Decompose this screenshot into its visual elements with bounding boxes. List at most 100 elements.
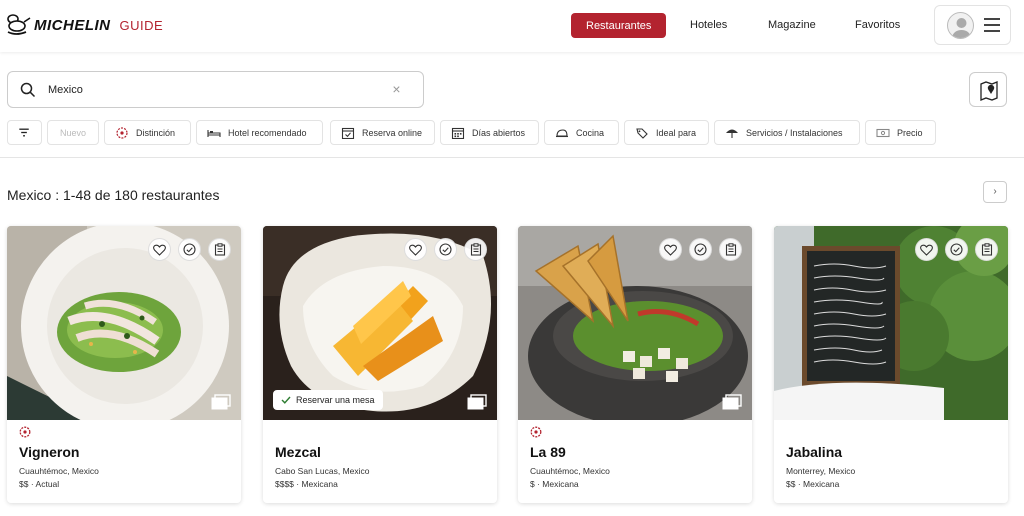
- restaurant-card[interactable]: Vigneron Cuauhtémoc, Mexico $$ · Actual: [7, 226, 241, 503]
- heart-icon: [153, 244, 166, 256]
- notes-button[interactable]: [975, 238, 998, 261]
- notes-button[interactable]: [719, 238, 742, 261]
- hamburger-icon: [984, 18, 1000, 32]
- restaurant-photo[interactable]: [7, 226, 241, 420]
- card-actions: [148, 238, 231, 261]
- check-circle-icon: [694, 243, 707, 256]
- filter-hotel-label: Hotel recomendado: [228, 127, 307, 138]
- notes-button[interactable]: [464, 238, 487, 261]
- restaurant-name[interactable]: Jabalina: [786, 444, 842, 460]
- restaurant-photo[interactable]: [518, 226, 752, 420]
- nav-magazine[interactable]: Magazine: [768, 19, 816, 31]
- visited-button[interactable]: [689, 238, 712, 261]
- search-input[interactable]: [48, 81, 378, 99]
- clear-icon[interactable]: ×: [389, 82, 404, 97]
- check-circle-icon: [183, 243, 196, 256]
- nav-hotels[interactable]: Hoteles: [690, 19, 727, 31]
- restaurant-photo[interactable]: [774, 226, 1008, 420]
- brand-suffix: GUIDE: [119, 17, 164, 33]
- clipboard-icon: [725, 243, 736, 256]
- restaurant-location: Cabo San Lucas, Mexico: [275, 466, 370, 476]
- filter-hotel[interactable]: Hotel recomendado: [196, 120, 323, 145]
- check-circle-icon: [439, 243, 452, 256]
- avatar-icon: [947, 12, 974, 39]
- check-icon: [281, 396, 291, 404]
- filter-nuevo-label: Nuevo: [59, 127, 86, 138]
- restaurant-card[interactable]: La 89 Cuauhtémoc, Mexico $ · Mexicana: [518, 226, 752, 503]
- heart-icon: [664, 244, 677, 256]
- tag-icon: [636, 127, 648, 139]
- results-title: Mexico : 1-48 de 180 restaurantes: [7, 187, 220, 203]
- filter-dias-label: Días abiertos: [472, 127, 526, 138]
- visited-button[interactable]: [945, 238, 968, 261]
- card-actions: [915, 238, 998, 261]
- heart-icon: [920, 244, 933, 256]
- sort-filter-button[interactable]: [7, 120, 42, 145]
- restaurant-location: Monterrey, Mexico: [786, 466, 856, 476]
- brand-name: MICHELIN: [34, 16, 111, 34]
- user-menu-button[interactable]: [934, 5, 1011, 45]
- restaurant-card[interactable]: Jabalina Monterrey, Mexico $$ · Mexicana: [774, 226, 1008, 503]
- banknote-icon: [876, 128, 890, 137]
- restaurant-name[interactable]: Vigneron: [19, 444, 79, 460]
- restaurant-card[interactable]: Reservar una mesa Mezcal Cabo San Lucas,…: [263, 226, 497, 503]
- next-page-button[interactable]: ›: [983, 181, 1007, 203]
- main-nav: Restaurantes: [571, 13, 667, 38]
- filter-distincion-label: Distinción: [136, 127, 176, 138]
- michelin-flower-icon: [530, 426, 542, 438]
- gallery-icon: [211, 394, 231, 410]
- cloche-icon: [556, 128, 568, 137]
- reserve-label: Reservar una mesa: [296, 395, 375, 405]
- filter-precio[interactable]: Precio: [865, 120, 936, 145]
- reserve-badge[interactable]: Reservar una mesa: [273, 390, 383, 410]
- filter-servicios-label: Servicios / Instalaciones: [746, 127, 843, 138]
- restaurant-photo[interactable]: Reservar una mesa: [263, 226, 497, 420]
- clipboard-icon: [214, 243, 225, 256]
- heart-icon: [409, 244, 422, 256]
- filter-dias[interactable]: Días abiertos: [440, 120, 539, 145]
- map-view-button[interactable]: [969, 72, 1007, 107]
- calendar-grid-icon: [451, 127, 465, 139]
- top-header: MICHELIN GUIDE Restaurantes Hoteles Maga…: [0, 0, 1024, 52]
- restaurant-price-cuisine: $ · Mexicana: [530, 479, 579, 489]
- card-actions: [659, 238, 742, 261]
- restaurant-price-cuisine: $$$$ · Mexicana: [275, 479, 338, 489]
- filter-cocina[interactable]: Cocina: [544, 120, 619, 145]
- restaurant-location: Cuauhtémoc, Mexico: [530, 466, 610, 476]
- restaurant-location: Cuauhtémoc, Mexico: [19, 466, 99, 476]
- restaurant-price-cuisine: $$ · Actual: [19, 479, 60, 489]
- filter-cocina-label: Cocina: [576, 127, 605, 138]
- favorite-button[interactable]: [915, 238, 938, 261]
- visited-button[interactable]: [178, 238, 201, 261]
- card-actions: [404, 238, 487, 261]
- restaurant-name[interactable]: Mezcal: [275, 444, 321, 460]
- filter-nuevo[interactable]: Nuevo: [47, 120, 99, 145]
- favorite-button[interactable]: [404, 238, 427, 261]
- map-pin-icon: [980, 81, 998, 101]
- gallery-icon: [467, 394, 487, 410]
- section-divider: [0, 157, 1024, 158]
- michelin-guide-logo[interactable]: MICHELIN GUIDE: [4, 13, 163, 37]
- filter-servicios[interactable]: Servicios / Instalaciones: [714, 120, 860, 145]
- filter-precio-label: Precio: [897, 127, 923, 138]
- filter-ideal-label: Ideal para: [656, 127, 697, 138]
- check-circle-icon: [950, 243, 963, 256]
- visited-button[interactable]: [434, 238, 457, 261]
- filter-reserva-label: Reserva online: [362, 127, 423, 138]
- clipboard-icon: [981, 243, 992, 256]
- search-box: ×: [7, 71, 424, 108]
- favorite-button[interactable]: [148, 238, 171, 261]
- filter-distincion[interactable]: Distinción: [104, 120, 191, 145]
- restaurant-name[interactable]: La 89: [530, 444, 566, 460]
- umbrella-icon: [726, 129, 738, 138]
- nav-favorites[interactable]: Favoritos: [855, 19, 900, 31]
- bed-icon: [207, 129, 221, 137]
- search-icon: [20, 82, 36, 98]
- filter-ideal[interactable]: Ideal para: [624, 120, 709, 145]
- nav-restaurants[interactable]: Restaurantes: [571, 13, 667, 38]
- notes-button[interactable]: [208, 238, 231, 261]
- favorite-button[interactable]: [659, 238, 682, 261]
- clipboard-icon: [470, 243, 481, 256]
- michelin-flower-icon: [116, 126, 128, 139]
- filter-reserva[interactable]: Reserva online: [330, 120, 435, 145]
